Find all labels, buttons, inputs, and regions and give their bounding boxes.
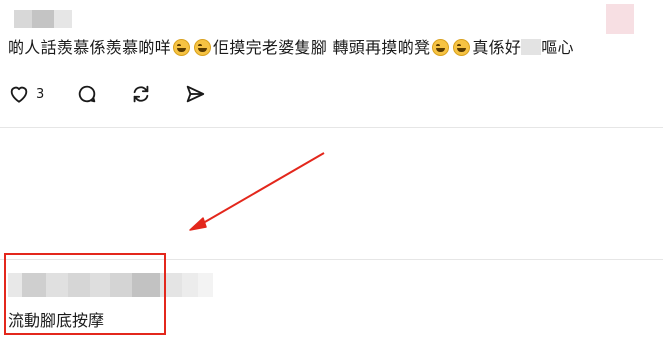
annotation-highlight-box bbox=[4, 253, 166, 335]
